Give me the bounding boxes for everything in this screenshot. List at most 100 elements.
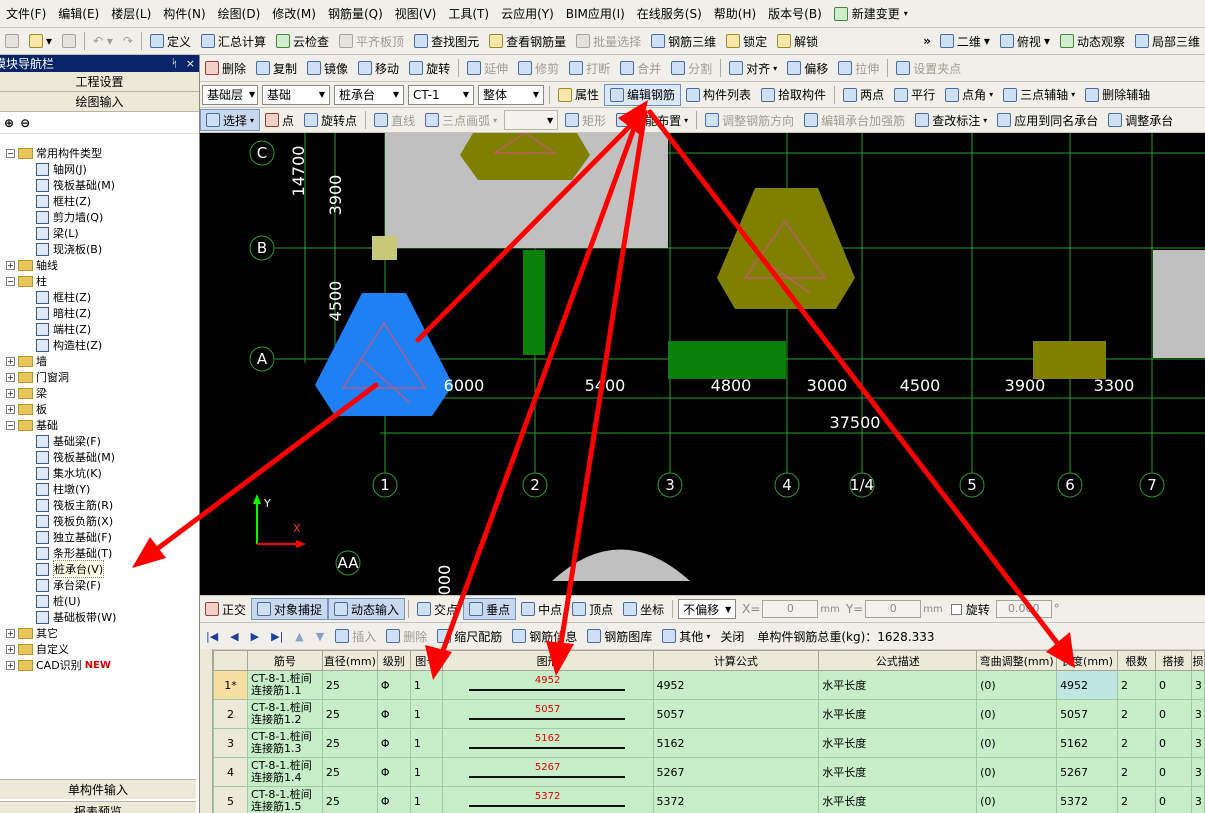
prev-record-icon[interactable]: ◀ bbox=[224, 630, 244, 643]
rebar-name-cell[interactable]: CT-8-1.桩间连接筋1.3 bbox=[246, 728, 323, 758]
expand-icon[interactable]: + bbox=[6, 628, 15, 638]
table-row[interactable]: 4 CT-8-1.桩间连接筋1.4 25 Φ 1 5267 5267 水平长度 (0) 5267 2… bbox=[213, 757, 1205, 787]
three-point-arc-button[interactable]: 三点画弧 ▾ bbox=[420, 109, 502, 131]
column-header[interactable]: 直径(mm) bbox=[321, 650, 378, 671]
row-number[interactable]: 5 bbox=[213, 786, 248, 813]
table-row[interactable]: 3 CT-8-1.桩间连接筋1.3 25 Φ 1 5162 5162 水平长度 (0) 5162 2… bbox=[213, 728, 1205, 758]
menu-item[interactable]: 编辑(E) bbox=[52, 5, 105, 22]
drawing-canvas[interactable]: C B A AA 1 2 3 4 1/4 5 6 7 14700 3900 45… bbox=[200, 133, 1205, 595]
tree-folder[interactable]: + 板 bbox=[0, 401, 196, 417]
close-button[interactable]: 关闭 bbox=[715, 625, 749, 647]
rebar-3d-button[interactable]: 钢筋三维 bbox=[646, 30, 721, 52]
select-button[interactable]: 选择 ▾ bbox=[200, 109, 261, 131]
summary-calc-button[interactable]: 汇总计算 bbox=[196, 30, 271, 52]
mirror-button[interactable]: 镜像 bbox=[302, 57, 353, 79]
first-record-icon[interactable]: |◀ bbox=[200, 630, 224, 643]
tree-folder[interactable]: + CAD识别 NEW bbox=[0, 657, 196, 673]
rebar-count-cell[interactable]: 2 bbox=[1117, 786, 1156, 813]
close-icon[interactable]: × bbox=[186, 57, 195, 70]
category-select[interactable]: 基础 ▼ bbox=[262, 84, 330, 105]
tree-item[interactable]: 现浇板(B) bbox=[0, 241, 196, 257]
row-number[interactable]: 4 bbox=[213, 757, 248, 787]
rebar-bend-cell[interactable]: (0) bbox=[976, 757, 1058, 787]
delete-aux-axis-button[interactable]: 删除辅轴 bbox=[1080, 84, 1155, 106]
rotate-checkbox[interactable] bbox=[950, 603, 962, 615]
offset-button[interactable]: 偏移 bbox=[782, 57, 833, 79]
tree-folder[interactable]: − 基础 bbox=[0, 417, 196, 433]
drawing-input-button[interactable]: 绘图输入 bbox=[0, 92, 199, 112]
rebar-library-button[interactable]: 钢筋图库 bbox=[582, 625, 657, 647]
column-header[interactable]: 根数 bbox=[1117, 650, 1156, 671]
menu-item[interactable]: 云应用(Y) bbox=[495, 5, 560, 22]
define-button[interactable]: 定义 bbox=[145, 30, 196, 52]
tree-folder[interactable]: + 门窗洞 bbox=[0, 369, 196, 385]
menu-item[interactable]: 版本号(B) bbox=[762, 5, 828, 22]
rebar-formula-cell[interactable]: 5057 bbox=[652, 699, 820, 729]
menu-item[interactable]: 钢筋量(Q) bbox=[322, 5, 389, 22]
tree-folder[interactable]: + 墙 bbox=[0, 353, 196, 369]
menu-item[interactable]: 绘图(D) bbox=[212, 5, 267, 22]
tree-item[interactable]: 框柱(Z) bbox=[0, 289, 196, 305]
project-settings-button[interactable]: 工程设置 bbox=[0, 72, 199, 92]
tree-folder[interactable]: + 轴线 bbox=[0, 257, 196, 273]
view-2d-button[interactable]: 二维 ▾ bbox=[935, 30, 995, 52]
rebar-desc-cell[interactable]: 水平长度 bbox=[818, 699, 978, 729]
mode-select[interactable]: 整体 ▼ bbox=[478, 84, 544, 105]
x-input[interactable]: 0 bbox=[762, 600, 819, 618]
tree-item[interactable]: 端柱(Z) bbox=[0, 321, 196, 337]
tree-item[interactable]: 基础梁(F) bbox=[0, 433, 196, 449]
tree-item[interactable]: 剪力墙(Q) bbox=[0, 209, 196, 225]
tree-folder[interactable]: + 自定义 bbox=[0, 641, 196, 657]
rebar-len-cell[interactable]: 5057 bbox=[1056, 699, 1119, 729]
find-element-button[interactable]: 查找图元 bbox=[409, 30, 484, 52]
menu-item[interactable]: 修改(M) bbox=[266, 5, 322, 22]
delete-button[interactable]: 删除 bbox=[200, 57, 251, 79]
rebar-grade-cell[interactable]: Φ bbox=[376, 786, 411, 813]
ortho-toggle[interactable]: 正交 bbox=[200, 598, 251, 620]
align-button[interactable]: 对齐 ▾ bbox=[724, 57, 782, 79]
adjust-cap-button[interactable]: 调整承台 bbox=[1103, 109, 1178, 131]
panel-gripper[interactable] bbox=[200, 622, 213, 813]
menu-item[interactable]: 帮助(H) bbox=[708, 5, 762, 22]
undo-icon[interactable]: ↶ ▾ bbox=[88, 30, 118, 52]
tree-item[interactable]: 桩承台(V) bbox=[0, 560, 196, 578]
column-header[interactable]: 搭接 bbox=[1154, 650, 1192, 671]
edit-annotation-button[interactable]: 查改标注 ▾ bbox=[910, 109, 992, 131]
rebar-desc-cell[interactable]: 水平长度 bbox=[818, 670, 978, 700]
rebar-dia-cell[interactable]: 25 bbox=[321, 728, 378, 758]
view-rebar-quantity-button[interactable]: 查看钢筋量 bbox=[484, 30, 571, 52]
toolbar-overflow-icon[interactable]: » bbox=[919, 34, 935, 48]
rebar-grade-cell[interactable]: Φ bbox=[376, 728, 411, 758]
rotate-point-button[interactable]: 旋转点 bbox=[299, 109, 362, 131]
offset-mode-select[interactable]: 不偏移 ▼ bbox=[678, 599, 737, 619]
row-number[interactable]: 1* bbox=[213, 670, 248, 700]
rotate-input[interactable]: 0.000 bbox=[995, 600, 1052, 618]
set-grip-button[interactable]: 设置夹点 bbox=[891, 57, 966, 79]
rebar-formula-cell[interactable]: 4952 bbox=[652, 670, 820, 700]
rebar-info-button[interactable]: 钢筋信息 bbox=[507, 625, 582, 647]
smart-layout-button[interactable]: 智能布置 ▾ bbox=[611, 109, 693, 131]
expand-icon[interactable]: + bbox=[6, 372, 15, 382]
rebar-fig-cell[interactable]: 1 bbox=[409, 699, 443, 729]
batch-select-button[interactable]: 批量选择 bbox=[571, 30, 646, 52]
menu-item[interactable]: 构件(N) bbox=[157, 5, 211, 22]
column-header[interactable]: 长度(mm) bbox=[1056, 650, 1119, 671]
rebar-fig-cell[interactable]: 1 bbox=[409, 728, 443, 758]
tree-folder[interactable]: + 梁 bbox=[0, 385, 196, 401]
rebar-name-cell[interactable]: CT-8-1.桩间连接筋1.4 bbox=[246, 757, 323, 787]
move-down-icon[interactable]: ▼ bbox=[310, 630, 330, 643]
tree-item[interactable]: 柱墩(Y) bbox=[0, 481, 196, 497]
rectangle-button[interactable]: 矩形 bbox=[560, 109, 611, 131]
cloud-check-button[interactable]: 云检查 bbox=[271, 30, 334, 52]
rebar-count-cell[interactable]: 2 bbox=[1117, 699, 1156, 729]
expand-icon[interactable]: + bbox=[6, 404, 15, 414]
stretch-button[interactable]: 拉伸 bbox=[833, 57, 884, 79]
rebar-lap-cell[interactable]: 0 bbox=[1154, 699, 1192, 729]
rebar-bend-cell[interactable]: (0) bbox=[976, 699, 1058, 729]
break-button[interactable]: 打断 bbox=[564, 57, 615, 79]
single-component-input-button[interactable]: 单构件输入 bbox=[0, 779, 196, 799]
align-slab-top-button[interactable]: 平齐板顶 bbox=[334, 30, 409, 52]
dynamic-input-toggle[interactable]: 动态输入 bbox=[328, 598, 406, 620]
tree-item[interactable]: 框柱(Z) bbox=[0, 193, 196, 209]
pin-icon[interactable]: ᛋ bbox=[171, 57, 178, 70]
